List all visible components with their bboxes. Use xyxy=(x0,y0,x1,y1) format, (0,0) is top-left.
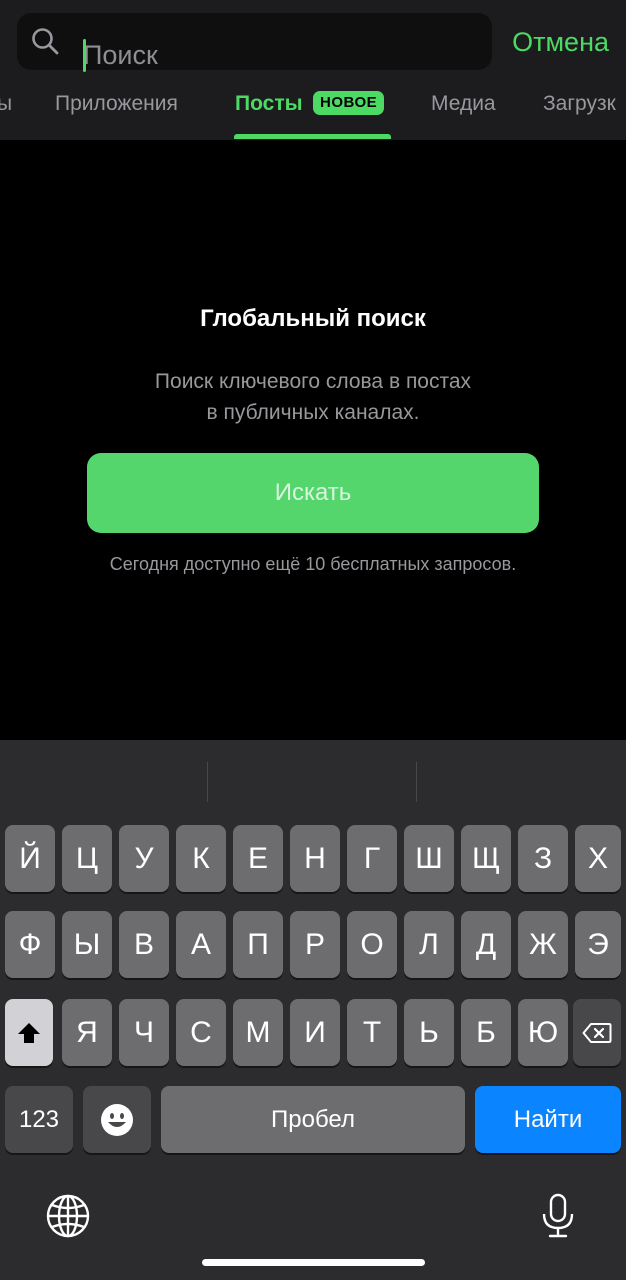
global-search-panel: Глобальный поиск Поиск ключевого слова в… xyxy=(0,140,626,740)
key[interactable]: Г xyxy=(347,825,397,892)
emoji-key[interactable] xyxy=(83,1086,151,1153)
key[interactable]: В xyxy=(119,911,169,978)
quota-text: Сегодня доступно ещё 10 бесплатных запро… xyxy=(109,554,517,574)
key[interactable]: З xyxy=(518,825,568,892)
description-line-2: в публичных каналах. xyxy=(206,401,420,424)
key[interactable]: А xyxy=(176,911,226,978)
key[interactable]: М xyxy=(233,999,283,1066)
emoji-icon xyxy=(101,1103,133,1136)
suggestion-divider xyxy=(416,762,417,802)
search-header: Поиск Отмена ы Приложения Посты Медиа За… xyxy=(0,0,626,140)
home-indicator xyxy=(202,1259,425,1266)
key[interactable]: Ф xyxy=(5,911,55,978)
key[interactable]: П xyxy=(233,911,283,978)
globe-icon[interactable] xyxy=(44,1192,92,1240)
key[interactable]: Ы xyxy=(62,911,112,978)
key[interactable]: Ю xyxy=(518,999,568,1066)
key[interactable]: Ч xyxy=(119,999,169,1066)
space-key[interactable]: Пробел xyxy=(161,1086,465,1153)
key[interactable]: И xyxy=(290,999,340,1066)
key[interactable]: С xyxy=(176,999,226,1066)
key[interactable]: Р xyxy=(290,911,340,978)
backspace-icon xyxy=(582,1022,612,1043)
key[interactable]: Н xyxy=(290,825,340,892)
tab-posts[interactable]: Посты xyxy=(235,90,303,118)
key[interactable]: Т xyxy=(347,999,397,1066)
description: Поиск ключевого слова в постах в публичн… xyxy=(0,366,626,428)
page-title: Глобальный поиск xyxy=(200,305,426,332)
description-line-1: Поиск ключевого слова в постах xyxy=(154,370,472,393)
text-caret xyxy=(83,39,86,72)
numbers-key[interactable]: 123 xyxy=(5,1086,73,1153)
tab-previous[interactable]: ы xyxy=(0,90,12,118)
key[interactable]: Б xyxy=(461,999,511,1066)
key[interactable]: Ж xyxy=(518,911,568,978)
tab-downloads[interactable]: Загрузк xyxy=(543,90,616,118)
microphone-icon[interactable] xyxy=(534,1192,582,1240)
key[interactable]: О xyxy=(347,911,397,978)
key[interactable]: Ц xyxy=(62,825,112,892)
key[interactable]: Х xyxy=(575,825,621,892)
key[interactable]: Д xyxy=(461,911,511,978)
tab-apps[interactable]: Приложения xyxy=(55,90,178,118)
key[interactable]: К xyxy=(176,825,226,892)
key[interactable]: Я xyxy=(62,999,112,1066)
search-placeholder: Поиск xyxy=(83,40,158,70)
cancel-button[interactable]: Отмена xyxy=(512,26,609,59)
new-badge: НОВОЕ xyxy=(313,91,385,115)
key[interactable]: У xyxy=(119,825,169,892)
key[interactable]: Е xyxy=(233,825,283,892)
key[interactable]: Щ xyxy=(461,825,511,892)
key[interactable]: Й xyxy=(5,825,55,892)
keyboard: Й Ц У К Е Н Г Ш Щ З Х Ф Ы В А П Р О Л Д … xyxy=(0,740,626,1280)
key[interactable]: Э xyxy=(575,911,621,978)
backspace-key[interactable] xyxy=(573,999,621,1066)
suggestion-divider xyxy=(207,762,208,802)
search-icon xyxy=(32,28,59,55)
shift-key[interactable] xyxy=(5,999,53,1066)
search-button[interactable]: Искать xyxy=(87,453,539,533)
key[interactable]: Ш xyxy=(404,825,454,892)
key[interactable]: Ь xyxy=(404,999,454,1066)
key[interactable]: Л xyxy=(404,911,454,978)
search-input[interactable]: Поиск xyxy=(17,13,492,72)
tab-media[interactable]: Медиа xyxy=(431,90,496,118)
go-key[interactable]: Найти xyxy=(475,1086,621,1153)
shift-icon xyxy=(18,1022,40,1043)
active-tab-indicator xyxy=(234,134,391,139)
